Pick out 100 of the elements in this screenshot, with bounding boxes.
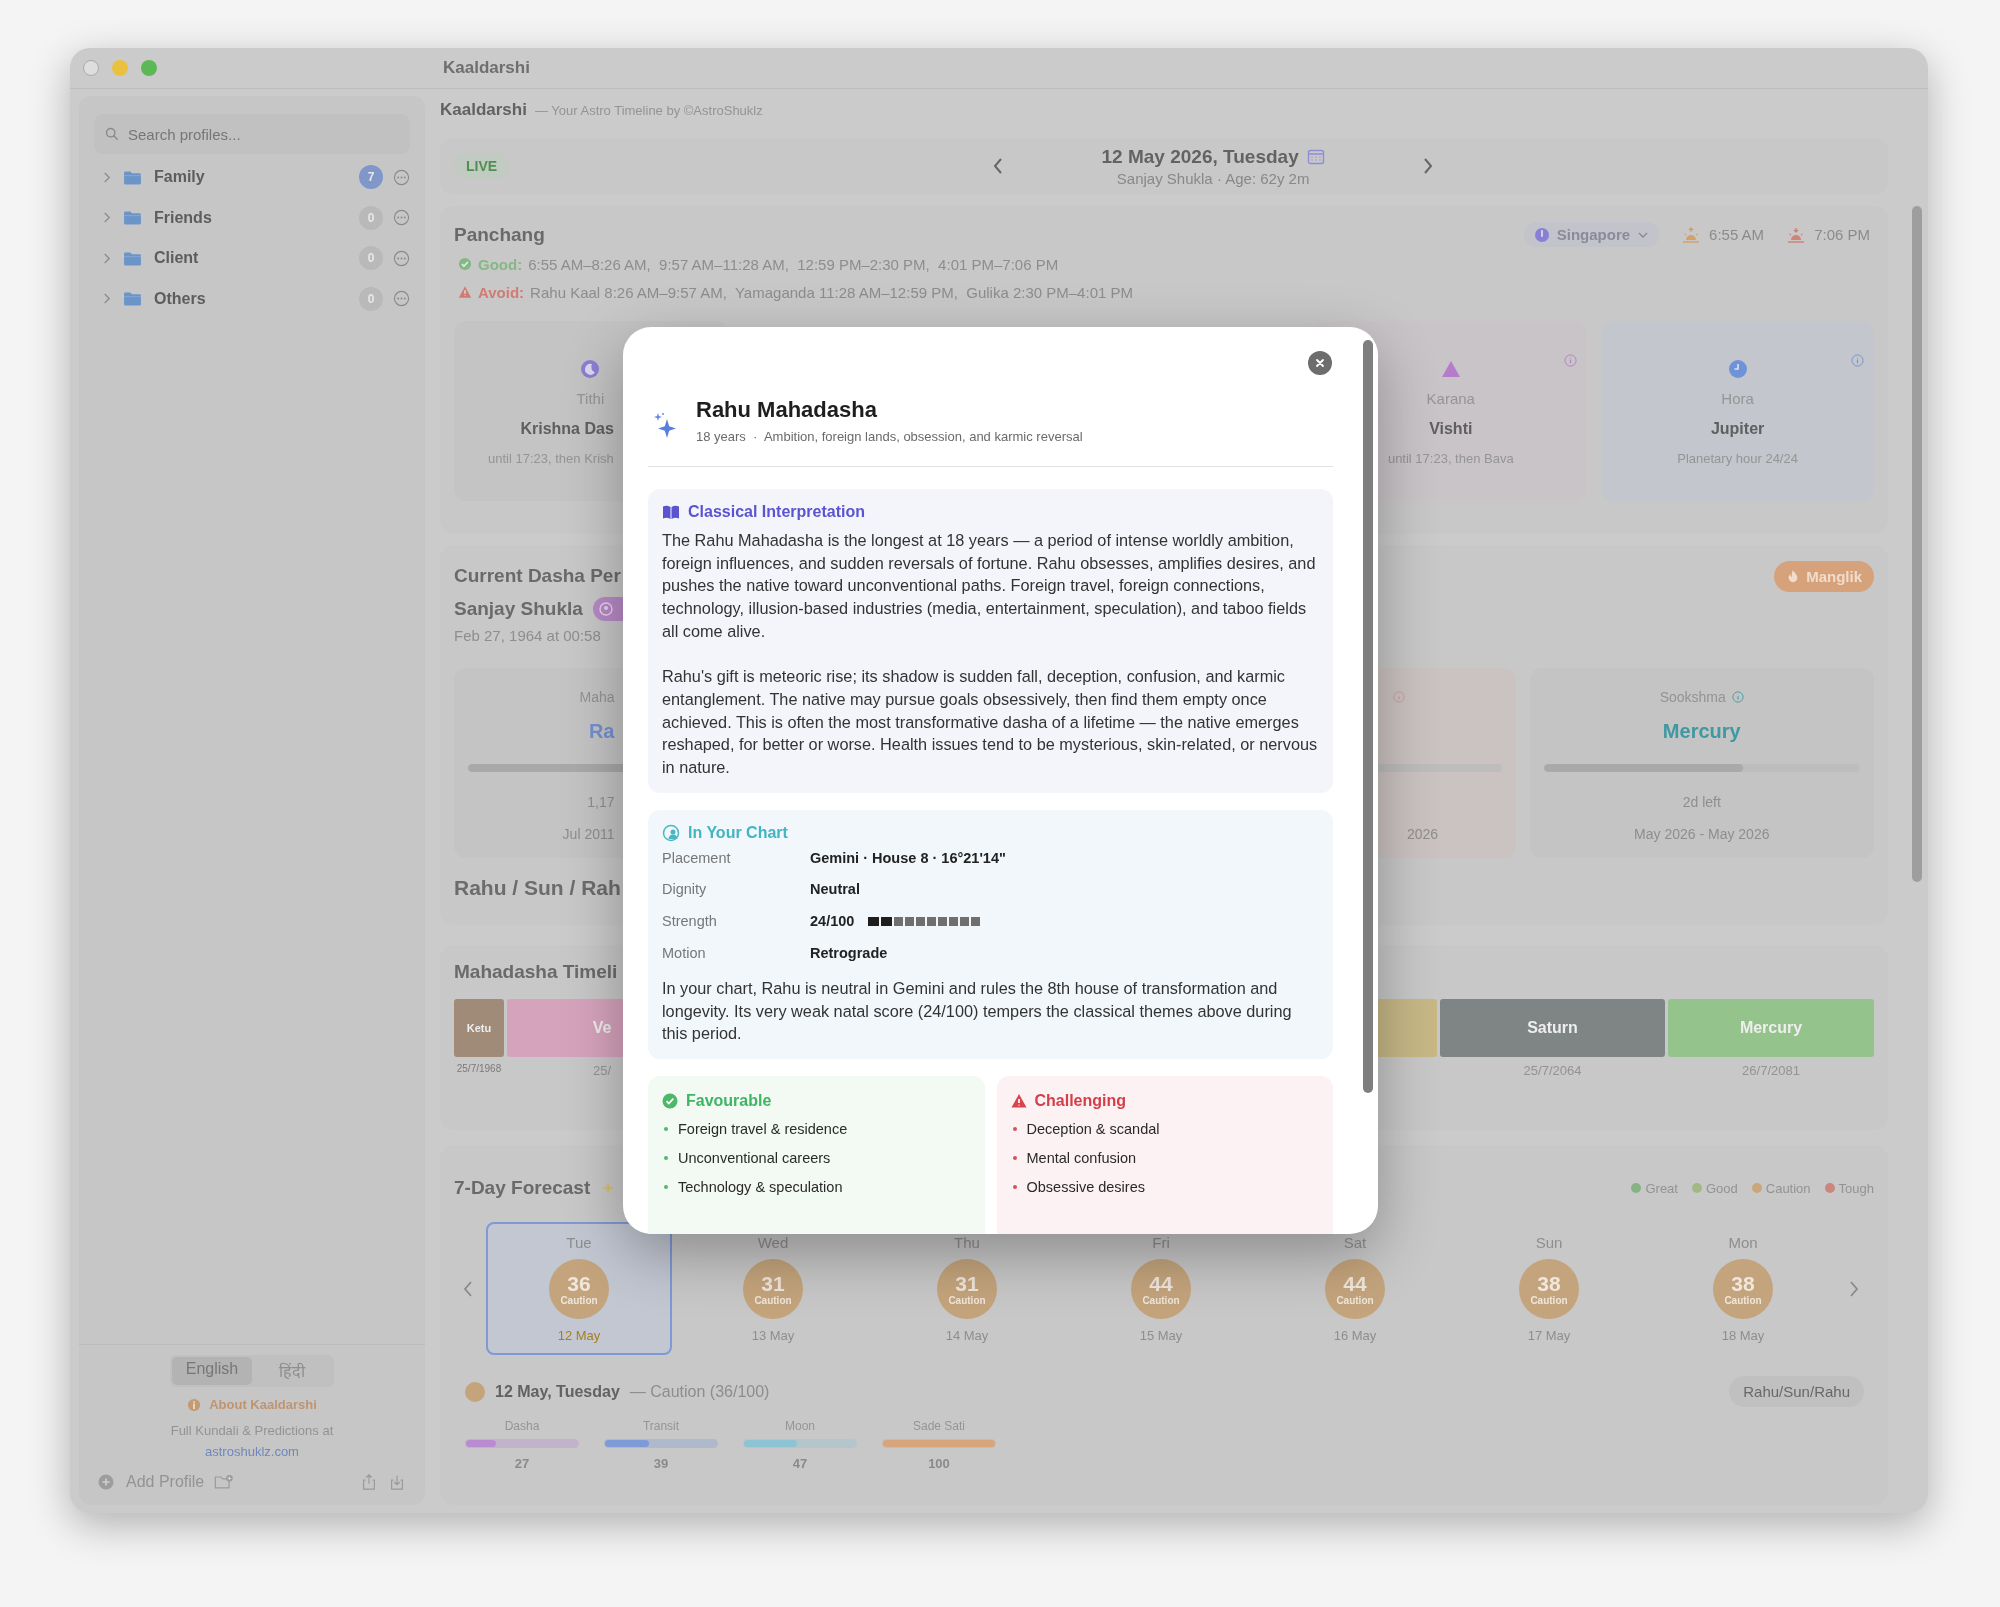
- score-badge: 31 Caution: [937, 1259, 997, 1319]
- card-heading: Classical Interpretation: [688, 503, 865, 521]
- check-circle-icon: [458, 257, 472, 271]
- chevron-right-icon[interactable]: [102, 251, 111, 265]
- factor-value: 100: [928, 1456, 950, 1471]
- section-title: Mahadasha Timeli: [454, 961, 618, 982]
- person-chart-icon: [662, 823, 680, 842]
- dasha-path-badge: Rahu/Sun/Rahu: [1729, 1376, 1864, 1407]
- window-title: Kaaldarshi: [443, 58, 530, 78]
- factor-value: 39: [653, 1456, 669, 1471]
- download-icon[interactable]: [388, 1473, 406, 1491]
- card-heading: Challenging: [1034, 1092, 1127, 1110]
- attribute-value: Neutral: [810, 881, 860, 898]
- chevron-right-icon[interactable]: [102, 292, 111, 306]
- profile-name: Sanjay Shukla: [454, 598, 583, 620]
- panchang-label: Hora: [1721, 390, 1754, 407]
- chevron-left-icon[interactable]: [992, 156, 1005, 176]
- folder-plus-icon[interactable]: [214, 1473, 235, 1491]
- forecast-day[interactable]: Mon 38 Caution 18 May: [1650, 1222, 1836, 1355]
- list-item: Foreign travel & residence: [678, 1121, 848, 1137]
- profile-age: Sanjay Shukla · Age: 62y 2m: [1116, 169, 1310, 187]
- info-icon[interactable]: [1564, 354, 1578, 367]
- more-icon[interactable]: [393, 249, 410, 267]
- attribute-label: Dignity: [662, 881, 708, 898]
- panchang-value: Krishna Das: [520, 420, 614, 438]
- bullet-icon: [1012, 1127, 1017, 1131]
- minimize-window-icon[interactable]: [112, 60, 128, 76]
- plus-circle-icon: [98, 1474, 114, 1490]
- app-name: Kaaldarshi: [440, 100, 527, 120]
- calendar-icon[interactable]: [1306, 147, 1325, 166]
- attribute-value: Retrograde: [810, 945, 888, 961]
- close-icon: [1314, 357, 1326, 369]
- section-title: 7-Day Forecast: [454, 1177, 591, 1199]
- factor-value: 27: [514, 1456, 530, 1471]
- dasha-path: Rahu / Sun / Rah: [454, 876, 621, 900]
- list-item: Deception & scandal: [1026, 1121, 1160, 1137]
- chevron-right-icon[interactable]: [102, 170, 111, 184]
- period-planet: Mercury: [1662, 720, 1741, 744]
- search-field[interactable]: Search profiles...: [94, 114, 410, 154]
- dialog-title: Rahu Mahadasha: [696, 397, 878, 423]
- sunset-icon: [1786, 225, 1807, 244]
- folder-icon: [123, 250, 142, 266]
- more-icon[interactable]: [393, 209, 410, 227]
- chevron-right-icon[interactable]: [1422, 156, 1435, 176]
- warning-icon: [458, 285, 472, 299]
- score-badge: 36 Caution: [549, 1259, 609, 1319]
- list-item: Technology & speculation: [678, 1179, 843, 1195]
- timeline-segment[interactable]: Saturn: [1440, 999, 1665, 1057]
- period-planet: Ra: [588, 720, 615, 744]
- sunset-time: 7:06 PM: [1814, 226, 1870, 243]
- close-window-icon[interactable]: [83, 60, 99, 76]
- score-badge: 38 Caution: [1713, 1259, 1773, 1319]
- sunrise-icon: [1681, 225, 1702, 244]
- language-option[interactable]: English: [172, 1357, 252, 1385]
- website-link[interactable]: astroshuklz.com: [205, 1444, 299, 1459]
- avoid-times: Rahu Kaal 8:26 AM–9:57 AM, Yamaganda 11:28 AM–12:59 PM, Gulika 2:30 PM–4:01 PM: [530, 283, 1133, 301]
- chevron-right-icon[interactable]: [102, 211, 111, 225]
- bullet-icon: [1012, 1156, 1017, 1160]
- folder-icon: [123, 291, 142, 307]
- check-circle-icon: [662, 1093, 678, 1109]
- period-range: 2026: [1407, 826, 1439, 842]
- warning-icon: [1010, 1093, 1027, 1109]
- info-icon[interactable]: [1731, 691, 1744, 703]
- more-icon[interactable]: [393, 168, 410, 186]
- card-heading: Favourable: [686, 1092, 772, 1110]
- date-title: 12 May 2026, Tuesday: [1101, 145, 1299, 168]
- count-badge: 7: [359, 165, 383, 190]
- panchang-note: Planetary hour 24/24: [1677, 451, 1798, 466]
- timeline-segment[interactable]: Mercury: [1668, 999, 1874, 1057]
- panchang-value: Jupiter: [1710, 420, 1765, 438]
- more-icon[interactable]: [393, 290, 410, 308]
- info-icon: [187, 1397, 202, 1412]
- good-times: 6:55 AM–8:26 AM, 9:57 AM–11:28 AM, 12:59 PM–2:30 PM, 4:01 PM–7:06 PM: [528, 255, 1059, 273]
- scrollbar[interactable]: [1363, 340, 1373, 1093]
- interpretation-paragraph: Rahu's gift is meteoric rise; its shadow is sudden fall, deception, confusion, and karmic entanglement. The native may pursue goals obsessively, then find them empty once achieved. This is often the most transformative dasha of a lifetime — the native emerges reshaped, for better or worse. Health issues tend to be mysterious, skin-related, or nervous in nature.: [662, 666, 1319, 778]
- sparkle-icon: [602, 1182, 615, 1194]
- attribute-value: 24/100: [810, 913, 855, 930]
- close-button[interactable]: [1308, 351, 1332, 375]
- list-item: Unconventional careers: [678, 1150, 831, 1166]
- attribute-value: Gemini · House 8 · 16°21'14": [810, 849, 1006, 866]
- info-icon[interactable]: [1851, 354, 1864, 367]
- scrollbar[interactable]: [1912, 206, 1922, 882]
- interpretation-paragraph: The Rahu Mahadasha is the longest at 18 years — a period of intense worldly ambition, foreign influences, and sudden reversals of fortune. Rahu obsesses, amplifies desires, and pushes the native toward unconventional paths. Foreign travel, foreign connections, technology, illusion-based industries (media, entertainment, speculation), and taboo fields all come alive.: [662, 530, 1317, 642]
- score-badge: 31 Caution: [743, 1259, 803, 1319]
- list-item: Obsessive desires: [1026, 1179, 1145, 1195]
- detail-date: 12 May, Tuesday: [495, 1382, 620, 1401]
- bullet-icon: [664, 1156, 668, 1160]
- profile-group[interactable]: Family 7: [94, 157, 410, 198]
- info-icon[interactable]: [1393, 691, 1405, 703]
- share-icon[interactable]: [360, 1473, 378, 1491]
- attribute-label: Placement: [662, 849, 732, 866]
- detail-summary: — Caution (36/100): [629, 1382, 770, 1401]
- timeline-segment[interactable]: Ketu: [454, 999, 504, 1057]
- about-link[interactable]: About Kaaldarshi: [209, 1397, 317, 1412]
- forecast-day[interactable]: Tue 36 Caution 12 May: [486, 1222, 672, 1355]
- sunrise-time: 6:55 AM: [1709, 226, 1765, 243]
- bullet-icon: [664, 1185, 668, 1189]
- forecast-day[interactable]: Sun 38 Caution 17 May: [1456, 1222, 1642, 1355]
- zoom-window-icon[interactable]: [141, 60, 157, 76]
- location-dropdown[interactable]: Singapore: [1523, 222, 1660, 247]
